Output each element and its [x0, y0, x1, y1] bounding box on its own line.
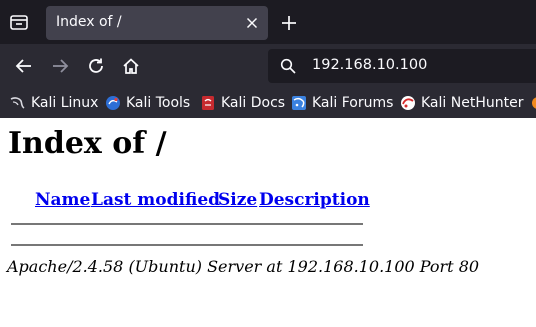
navigation-toolbar: 192.168.10.100	[0, 44, 536, 88]
column-description-header[interactable]: Description	[259, 190, 370, 210]
kali-docs-icon	[202, 96, 214, 110]
forward-arrow-icon	[53, 59, 69, 73]
reload-button[interactable]	[86, 56, 106, 76]
horizontal-rule-bottom	[11, 244, 363, 246]
url-search-icon-wrap	[280, 58, 296, 74]
back-arrow-icon	[15, 59, 31, 73]
horizontal-rule-top	[11, 223, 363, 225]
server-signature: Apache/2.4.58 (Ubuntu) Server at 192.168…	[7, 257, 480, 276]
home-button[interactable]	[121, 56, 141, 76]
kali-nethunter-icon	[401, 96, 415, 110]
page-heading: Index of /	[8, 126, 167, 161]
column-last-modified-link[interactable]: Last modified	[91, 190, 220, 210]
column-size-link[interactable]: Size	[218, 190, 257, 210]
tab-bar: Index of /	[0, 0, 536, 44]
bookmark-label: Kali Linux	[31, 95, 99, 111]
bookmark-kali-tools[interactable]: Kali Tools	[105, 92, 190, 114]
home-icon	[123, 58, 139, 74]
search-icon	[280, 58, 296, 74]
bookmark-label: Kali Tools	[126, 95, 191, 111]
browser-chrome: Index of / 192.168.10.100 Kali Linux Kal…	[0, 0, 536, 118]
forward-button[interactable]	[50, 56, 70, 76]
bookmark-label: Kali NetHunter	[421, 95, 524, 111]
active-tab[interactable]: Index of /	[46, 6, 268, 40]
reload-icon	[89, 58, 103, 73]
tab-title: Index of /	[56, 14, 122, 30]
kali-tools-icon	[106, 96, 120, 110]
kali-forums-icon	[292, 96, 306, 110]
column-name-header[interactable]: Name	[35, 190, 90, 210]
bookmarks-toolbar: Kali Linux Kali Tools Kali Docs Kali For…	[0, 88, 536, 118]
tab-close-button[interactable]	[244, 15, 260, 31]
tab-list-icon	[10, 15, 28, 30]
bookmark-kali-linux[interactable]: Kali Linux	[10, 92, 98, 114]
column-size-header[interactable]: Size	[218, 190, 257, 210]
bookmark-label: Kali Forums	[312, 95, 394, 111]
url-text[interactable]: 192.168.10.100	[312, 57, 427, 73]
close-icon	[246, 17, 258, 29]
plus-icon	[282, 16, 296, 30]
page-content: Index of / Name Last modified Size Descr…	[0, 118, 536, 327]
bookmark-kali-forums[interactable]: Kali Forums	[291, 92, 393, 114]
new-tab-button[interactable]	[280, 14, 298, 32]
bookmark-overflow-partial[interactable]	[530, 92, 536, 114]
bookmark-kali-nethunter[interactable]: Kali NetHunter	[400, 92, 523, 114]
column-description-link[interactable]: Description	[259, 190, 370, 210]
bookmark-partial-icon	[532, 97, 536, 109]
tab-list-button[interactable]	[8, 11, 30, 33]
kali-dragon-icon	[10, 97, 25, 109]
back-button[interactable]	[14, 56, 34, 76]
address-bar[interactable]: 192.168.10.100	[268, 49, 536, 83]
column-name-link[interactable]: Name	[35, 190, 90, 210]
bookmark-label: Kali Docs	[221, 95, 286, 111]
bookmark-kali-docs[interactable]: Kali Docs	[200, 92, 285, 114]
column-last-modified-header[interactable]: Last modified	[91, 190, 220, 210]
